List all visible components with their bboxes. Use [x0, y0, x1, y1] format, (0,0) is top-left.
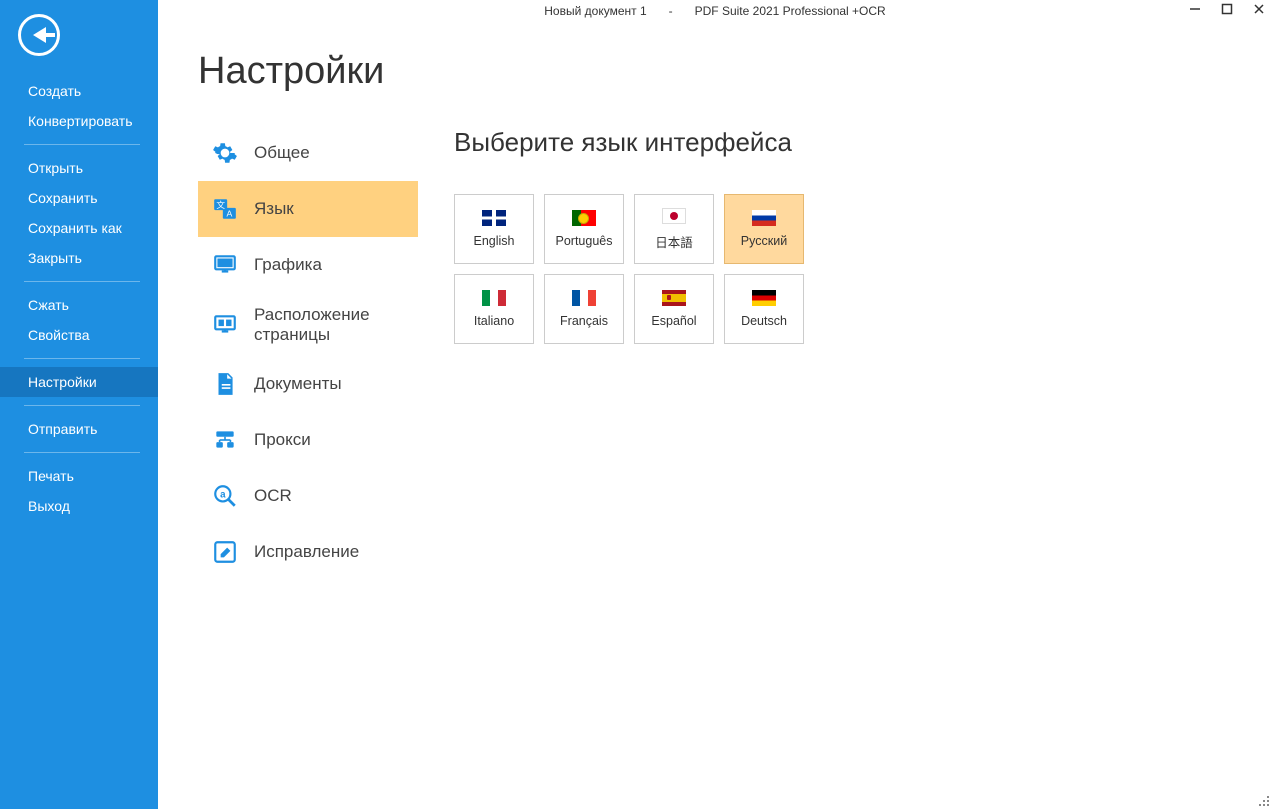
tab-language[interactable]: 文A Язык: [198, 181, 418, 237]
tab-label: Расположение страницы: [254, 305, 408, 344]
gear-icon: [212, 140, 238, 166]
sidebar-item-save-as[interactable]: Сохранить как: [0, 213, 158, 243]
flag-uk-icon: [482, 210, 506, 226]
flag-jp-icon: [662, 208, 686, 224]
sidebar-item-open[interactable]: Открыть: [0, 153, 158, 183]
flag-ru-icon: [752, 210, 776, 226]
sidebar-item-label: Сжать: [28, 297, 69, 313]
sidebar-item-label: Конвертировать: [28, 113, 133, 129]
lang-spanish[interactable]: Español: [634, 274, 714, 344]
correction-icon: [212, 539, 238, 565]
sidebar-separator: [24, 144, 140, 145]
sidebar-item-label: Настройки: [28, 374, 97, 390]
sidebar-item-create[interactable]: Создать: [0, 76, 158, 106]
sidebar-separator: [24, 281, 140, 282]
window-controls: [1188, 2, 1266, 16]
title-separator: -: [669, 4, 673, 18]
tab-label: Общее: [254, 143, 310, 163]
tab-ocr[interactable]: a OCR: [198, 468, 418, 524]
language-grid: English Português 日本語 Русский Italiano: [454, 194, 824, 344]
lang-label: Français: [560, 314, 608, 328]
sidebar-item-send[interactable]: Отправить: [0, 414, 158, 444]
lang-portuguese[interactable]: Português: [544, 194, 624, 264]
resize-grip[interactable]: [1256, 793, 1270, 807]
lang-label: Español: [651, 314, 696, 328]
app-title: PDF Suite 2021 Professional +OCR: [695, 4, 886, 18]
sidebar-item-label: Выход: [28, 498, 70, 514]
sidebar-item-label: Создать: [28, 83, 81, 99]
svg-text:A: A: [226, 209, 232, 219]
lang-label: Italiano: [474, 314, 514, 328]
monitor-icon: [212, 252, 238, 278]
flag-fr-icon: [572, 290, 596, 306]
proxy-icon: [212, 427, 238, 453]
flag-de-icon: [752, 290, 776, 306]
language-icon: 文A: [212, 196, 238, 222]
lang-label: Português: [556, 234, 613, 248]
maximize-button[interactable]: [1220, 2, 1234, 16]
lang-german[interactable]: Deutsch: [724, 274, 804, 344]
content-area: Настройки Общее 文A Язык Графика: [158, 0, 1272, 809]
lang-label: 日本語: [655, 232, 693, 251]
tab-general[interactable]: Общее: [198, 125, 418, 181]
svg-text:文: 文: [216, 199, 225, 210]
back-arrow-icon: [33, 27, 46, 43]
tab-documents[interactable]: Документы: [198, 356, 418, 412]
flag-es-icon: [662, 290, 686, 306]
back-button[interactable]: [18, 14, 60, 56]
flag-pt-icon: [572, 210, 596, 226]
sidebar-item-label: Отправить: [28, 421, 97, 437]
lang-label: English: [474, 234, 515, 248]
sidebar-item-label: Закрыть: [28, 250, 82, 266]
sidebar-item-print[interactable]: Печать: [0, 461, 158, 491]
ocr-icon: a: [212, 483, 238, 509]
tab-label: Исправление: [254, 542, 359, 562]
sidebar-separator: [24, 405, 140, 406]
tab-page-layout[interactable]: Расположение страницы: [198, 293, 418, 356]
lang-italian[interactable]: Italiano: [454, 274, 534, 344]
tab-label: Прокси: [254, 430, 311, 450]
sidebar-item-label: Печать: [28, 468, 74, 484]
sidebar-item-convert[interactable]: Конвертировать: [0, 106, 158, 136]
lang-english[interactable]: English: [454, 194, 534, 264]
file-sidebar: Создать Конвертировать Открыть Сохранить…: [0, 0, 158, 809]
tab-proxy[interactable]: Прокси: [198, 412, 418, 468]
page-title: Настройки: [198, 50, 1272, 93]
sidebar-separator: [24, 358, 140, 359]
close-button[interactable]: [1252, 2, 1266, 16]
sidebar-item-settings[interactable]: Настройки: [0, 367, 158, 397]
tab-graphics[interactable]: Графика: [198, 237, 418, 293]
sidebar-item-label: Сохранить как: [28, 220, 122, 236]
title-bar: Новый документ 1 - PDF Suite 2021 Profes…: [158, 0, 1272, 22]
lang-label: Deutsch: [741, 314, 787, 328]
flag-it-icon: [482, 290, 506, 306]
panel-title: Выберите язык интерфейса: [454, 127, 824, 158]
settings-tabs: Общее 文A Язык Графика Расположение стран…: [198, 125, 418, 580]
lang-russian[interactable]: Русский: [724, 194, 804, 264]
sidebar-item-properties[interactable]: Свойства: [0, 320, 158, 350]
tab-label: Документы: [254, 374, 342, 394]
sidebar-item-label: Свойства: [28, 327, 89, 343]
settings-panel: Выберите язык интерфейса English Portugu…: [454, 125, 824, 580]
lang-french[interactable]: Français: [544, 274, 624, 344]
document-title: Новый документ 1: [544, 4, 646, 18]
sidebar-item-label: Сохранить: [28, 190, 98, 206]
sidebar-item-exit[interactable]: Выход: [0, 491, 158, 521]
minimize-button[interactable]: [1188, 2, 1202, 16]
sidebar-item-close[interactable]: Закрыть: [0, 243, 158, 273]
lang-japanese[interactable]: 日本語: [634, 194, 714, 264]
lang-label: Русский: [741, 234, 787, 248]
document-icon: [212, 371, 238, 397]
sidebar-separator: [24, 452, 140, 453]
tab-label: Графика: [254, 255, 322, 275]
sidebar-item-compress[interactable]: Сжать: [0, 290, 158, 320]
tab-label: OCR: [254, 486, 292, 506]
layout-icon: [212, 312, 238, 338]
tab-label: Язык: [254, 199, 294, 219]
tab-correction[interactable]: Исправление: [198, 524, 418, 580]
sidebar-item-save[interactable]: Сохранить: [0, 183, 158, 213]
sidebar-item-label: Открыть: [28, 160, 83, 176]
svg-text:a: a: [220, 490, 226, 501]
